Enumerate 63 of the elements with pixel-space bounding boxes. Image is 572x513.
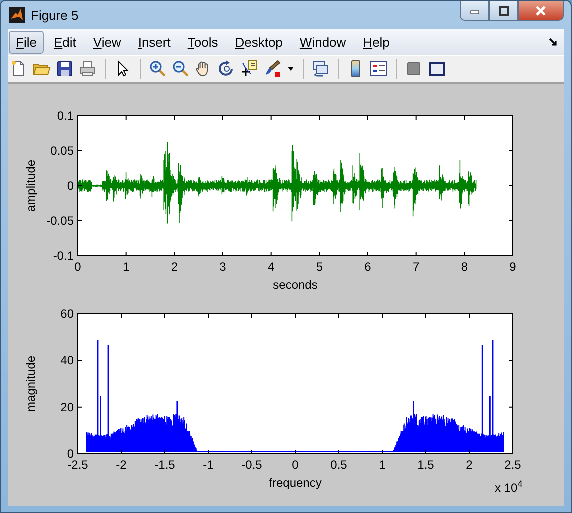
restore-icon — [498, 6, 510, 16]
x-tick-label: 8 — [461, 260, 468, 274]
x-tick-label: -1.5 — [154, 458, 176, 472]
x-tick-label: 2.5 — [504, 458, 522, 472]
menu-item[interactable]: Tools — [180, 30, 226, 54]
x-tick-label: 0.5 — [330, 458, 348, 472]
rotate-icon[interactable] — [218, 60, 236, 78]
square-icon[interactable] — [405, 60, 423, 78]
menu-item[interactable]: View — [86, 30, 128, 54]
y-tick-label: 0.05 — [50, 144, 74, 158]
y-tick-label: -0.1 — [53, 249, 74, 263]
x-tick-label: 1.5 — [418, 458, 434, 472]
x-tick-label: 2 — [171, 260, 178, 274]
x-tick-label: 0 — [292, 458, 299, 472]
x-tick-label: 0 — [74, 260, 82, 274]
menu-item[interactable]: Desktop — [228, 30, 290, 54]
window-frame-icon[interactable] — [428, 60, 446, 78]
x-tick-label: 7 — [413, 260, 420, 274]
axis-multiplier: x 10$^{4}$ — [495, 479, 523, 495]
y-tick-label: 20 — [60, 400, 74, 414]
close-icon — [535, 6, 547, 16]
minimize-button[interactable] — [460, 1, 489, 21]
y-tick-label: 0.1 — [57, 109, 74, 123]
restore-button[interactable] — [489, 1, 518, 21]
save-icon[interactable] — [56, 60, 74, 78]
x-tick-label: -1 — [203, 458, 214, 472]
menu-item[interactable]: File — [9, 30, 44, 54]
x-tick-label: 1 — [379, 458, 386, 472]
menu-item[interactable]: Help — [356, 30, 397, 54]
menu-item[interactable]: Window — [292, 30, 354, 54]
linked-plots-icon[interactable] — [312, 60, 330, 78]
caret-icon[interactable] — [287, 66, 295, 72]
legend-icon[interactable] — [370, 60, 388, 78]
x-axis-label: seconds — [273, 278, 318, 292]
printer-icon[interactable] — [79, 60, 97, 78]
x-tick-label: 5 — [316, 260, 323, 274]
x-tick-label: -0.5 — [242, 458, 262, 472]
zoom-in-icon[interactable] — [149, 60, 167, 78]
data-cursor-icon[interactable] — [241, 60, 259, 78]
y-tick-label: 0 — [67, 447, 74, 461]
x-tick-label: -2 — [116, 458, 127, 472]
app-logo-icon — [9, 7, 25, 23]
y-axis-label: magnitude — [24, 356, 38, 412]
x-tick-label: 3 — [220, 260, 226, 274]
y-tick-label: 0 — [67, 179, 74, 193]
zoom-out-icon[interactable] — [172, 60, 190, 78]
y-tick-label: -0.05 — [46, 214, 74, 228]
y-tick-label: 40 — [60, 354, 74, 368]
x-tick-label: 9 — [510, 260, 516, 274]
x-tick-label: 6 — [364, 260, 372, 274]
y-axis-label: amplitude — [24, 160, 38, 212]
dock-arrow-icon[interactable] — [549, 38, 558, 46]
close-button[interactable] — [518, 1, 564, 21]
window-title: Figure 5 — [31, 8, 79, 22]
brush-icon[interactable] — [264, 60, 282, 78]
x-tick-label: 4 — [268, 260, 275, 274]
x-axis-label: frequency — [269, 476, 322, 490]
y-tick-label: 60 — [60, 307, 74, 321]
menu-item[interactable]: Insert — [131, 30, 178, 54]
x-tick-label: 1 — [123, 260, 130, 274]
x-tick-label: -2.5 — [68, 458, 88, 472]
x-tick-label: 2 — [466, 458, 473, 472]
menu-item[interactable]: Edit — [46, 30, 84, 54]
